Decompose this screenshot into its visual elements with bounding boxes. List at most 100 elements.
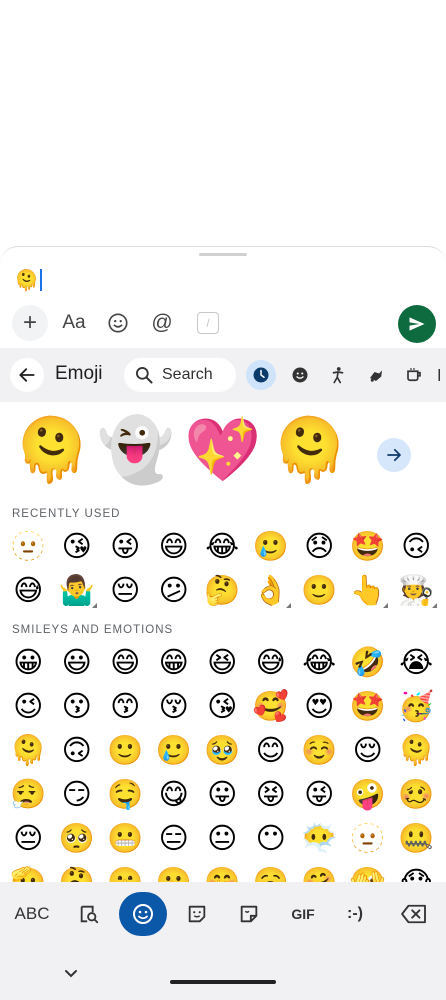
emoji-cell[interactable]: 😶: [247, 816, 296, 860]
format-text-button[interactable]: Aa: [56, 305, 92, 341]
navigation-handle[interactable]: [170, 980, 276, 984]
category-more-tab[interactable]: [434, 360, 446, 390]
emoji-cell[interactable]: 😝: [247, 772, 296, 816]
emoji-cell[interactable]: 😮‍💨: [4, 772, 53, 816]
emoji-cell[interactable]: ☺️: [295, 728, 344, 772]
emoji-cell[interactable]: 😕: [150, 568, 199, 612]
emoticon-tab-button[interactable]: :-): [338, 892, 372, 936]
emoji-cell[interactable]: 🤐: [392, 816, 441, 860]
emoji-cell[interactable]: 😅: [4, 568, 53, 612]
emoji-cell[interactable]: 😐: [198, 816, 247, 860]
emoji-cell[interactable]: 😜: [295, 772, 344, 816]
category-smileys-tab[interactable]: [285, 360, 315, 390]
emoji-cell[interactable]: 😉: [4, 684, 53, 728]
sheet-drag-handle[interactable]: [199, 253, 247, 256]
emoji-cell[interactable]: 🥲: [247, 524, 296, 568]
emoji-cell[interactable]: 😑: [150, 816, 199, 860]
featured-emoji[interactable]: 🫠: [12, 410, 92, 490]
emoji-cell[interactable]: 😍: [295, 684, 344, 728]
sticker-tab-button[interactable]: [180, 892, 214, 936]
emoji-cell[interactable]: 🤫: [101, 860, 150, 883]
featured-emoji[interactable]: 🫠: [270, 410, 350, 490]
emoji-cell[interactable]: 😄: [150, 524, 199, 568]
emoji-cell[interactable]: 🥴: [392, 772, 441, 816]
emoji-cell[interactable]: 👌: [247, 568, 296, 612]
emoji-cell[interactable]: 😘: [198, 684, 247, 728]
emoji-cell[interactable]: 🥱: [247, 860, 296, 883]
emoji-cell[interactable]: 😚: [150, 684, 199, 728]
emoji-cell[interactable]: 👆: [344, 568, 393, 612]
emoji-cell[interactable]: 🤩: [344, 524, 393, 568]
message-input[interactable]: 🫠: [14, 267, 314, 293]
emoji-cell[interactable]: 😂: [295, 640, 344, 684]
emoji-cell[interactable]: 😙: [101, 684, 150, 728]
emoji-cell[interactable]: 😄: [101, 640, 150, 684]
emoji-cell[interactable]: 🙃: [392, 524, 441, 568]
emoji-tab-button[interactable]: [119, 892, 167, 936]
emoji-cell[interactable]: 😂: [198, 524, 247, 568]
emoji-cell[interactable]: 🤗: [295, 860, 344, 883]
emoji-kitchen-button[interactable]: [72, 892, 106, 936]
slash-command-button[interactable]: /: [190, 305, 226, 341]
category-animals-tab[interactable]: [361, 360, 391, 390]
emoji-cell[interactable]: 😔: [101, 568, 150, 612]
abc-keyboard-button[interactable]: ABC: [10, 892, 54, 936]
featured-emoji[interactable]: 💖: [183, 410, 263, 490]
emoji-cell[interactable]: 🤔: [198, 568, 247, 612]
chevron-down-icon[interactable]: [64, 964, 78, 983]
emoji-cell[interactable]: 😋: [150, 772, 199, 816]
emoji-cell[interactable]: 😁: [150, 640, 199, 684]
mention-button[interactable]: @: [144, 305, 180, 341]
emoji-cell[interactable]: 🥲: [150, 728, 199, 772]
emoji-cell[interactable]: 😱: [392, 860, 441, 882]
emoji-cell[interactable]: 😃: [53, 640, 102, 684]
emoji-cell[interactable]: 🫥: [4, 524, 53, 568]
emoji-button[interactable]: [100, 305, 136, 341]
add-button[interactable]: +: [12, 305, 48, 341]
emoji-cell[interactable]: 😞: [295, 524, 344, 568]
emoji-cell[interactable]: 🫡: [4, 860, 53, 883]
emoji-cell[interactable]: 😘: [53, 524, 102, 568]
emoji-cell[interactable]: 🙂: [101, 728, 150, 772]
emoji-cell[interactable]: 😏: [53, 772, 102, 816]
emoji-cell[interactable]: 🤭: [198, 860, 247, 883]
emoji-cell[interactable]: 🥺: [53, 816, 102, 860]
emoji-cell[interactable]: 🤣: [344, 640, 393, 684]
category-people-tab[interactable]: [323, 360, 353, 390]
emoji-cell[interactable]: 🙃: [53, 728, 102, 772]
category-food-tab[interactable]: [399, 360, 429, 390]
emoji-scroll-area[interactable]: 🫠 👻 💖 🫠 RECENTLY USED 🫥 😘 😜 😄 😂 🥲 😞 🤩 🙃 😅 🤷‍♂️ 😔 😕 🤔 👌…: [0, 402, 446, 882]
emoji-cell[interactable]: 🤪: [344, 772, 393, 816]
emoji-cell[interactable]: 😅: [247, 640, 296, 684]
emoji-cell[interactable]: 🧑‍🍳: [392, 568, 441, 612]
emoji-cell[interactable]: 🫥: [344, 816, 393, 860]
emoji-cell[interactable]: 🤷‍♂️: [53, 568, 102, 612]
emoji-cell[interactable]: 🤩: [344, 684, 393, 728]
emoji-cell[interactable]: 🥹: [198, 728, 247, 772]
send-button[interactable]: [398, 305, 436, 343]
emoji-cell[interactable]: 🤤: [101, 772, 150, 816]
emoji-cell[interactable]: 🫠: [392, 728, 441, 772]
bitmoji-tab-button[interactable]: [232, 892, 266, 936]
emoji-cell[interactable]: 😜: [101, 524, 150, 568]
back-button[interactable]: [10, 358, 44, 392]
delete-button[interactable]: [396, 892, 432, 936]
emoji-cell[interactable]: 😌: [344, 728, 393, 772]
emoji-cell[interactable]: 😗: [53, 684, 102, 728]
emoji-cell[interactable]: 😭: [392, 640, 441, 684]
emoji-cell[interactable]: 😬: [101, 816, 150, 860]
emoji-cell[interactable]: 🫠: [4, 728, 53, 772]
emoji-cell[interactable]: 🥰: [247, 684, 296, 728]
emoji-cell[interactable]: 😛: [198, 772, 247, 816]
emoji-cell[interactable]: 🤔: [53, 860, 102, 883]
emoji-cell[interactable]: 😀: [4, 640, 53, 684]
emoji-search-field[interactable]: Search: [124, 358, 236, 392]
emoji-cell[interactable]: 🫣: [344, 860, 393, 883]
emoji-cell[interactable]: 😔: [4, 816, 53, 860]
gif-tab-button[interactable]: GIF: [286, 892, 320, 936]
emoji-cell[interactable]: 🫢: [150, 860, 199, 883]
emoji-cell[interactable]: 😊: [247, 728, 296, 772]
emoji-cell[interactable]: 🥳: [392, 684, 441, 728]
category-recent-tab[interactable]: [246, 360, 276, 390]
emoji-cell[interactable]: 🙂: [295, 568, 344, 612]
